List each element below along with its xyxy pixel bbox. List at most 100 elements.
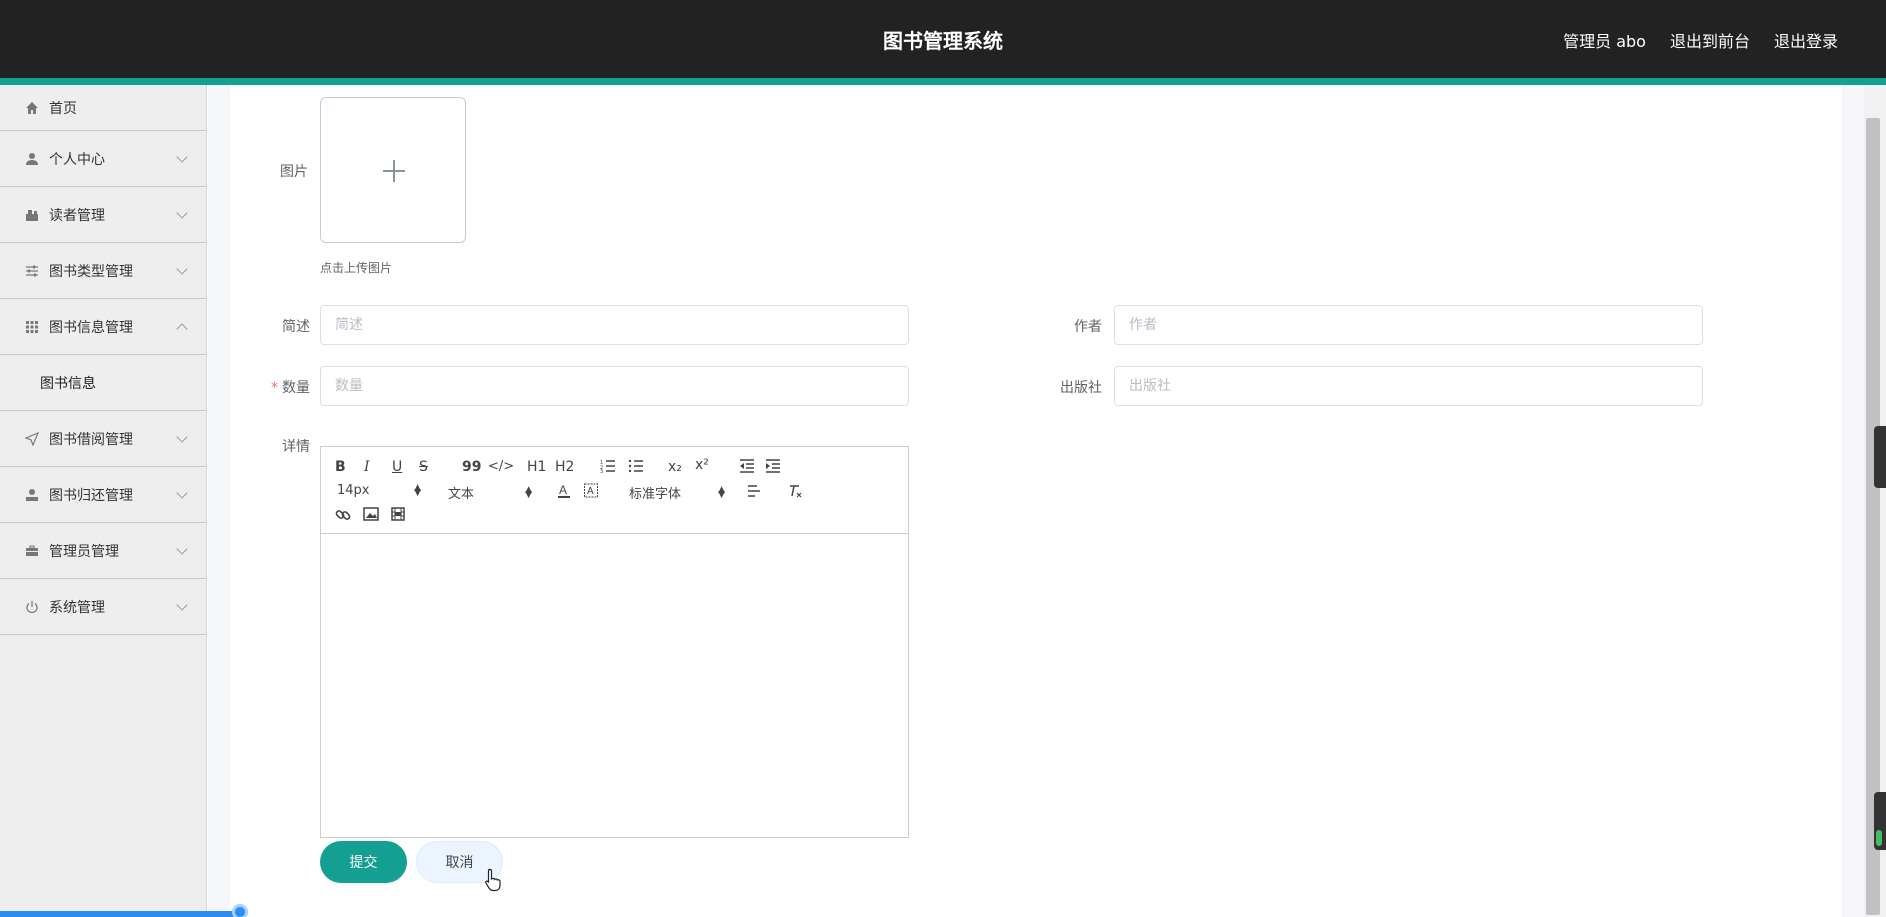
chevron-down-icon: [176, 542, 188, 555]
plus-icon-vertical: [393, 160, 395, 182]
image-upload-box[interactable]: [320, 97, 466, 243]
font-family-value: 标准字体: [629, 487, 682, 502]
font-size-select[interactable]: 14px ▲ ▼: [337, 483, 421, 498]
current-user: 管理员 abo: [1563, 32, 1646, 51]
sliders-icon: [24, 263, 40, 279]
underline-button[interactable]: U: [392, 459, 402, 475]
sidebar-item-reader-management[interactable]: 读者管理: [0, 187, 206, 243]
top-header: 图书管理系统 管理员 abo 退出到前台 退出登录: [0, 0, 1886, 78]
detail-label: 详情: [282, 439, 310, 455]
header-actions: 管理员 abo 退出到前台 退出登录: [1563, 28, 1838, 52]
sidebar-item-label: 图书归还管理: [49, 487, 133, 504]
quantity-input[interactable]: [320, 366, 909, 406]
editor-content-area[interactable]: [321, 535, 908, 837]
exit-to-frontend-link[interactable]: 退出到前台: [1670, 28, 1750, 52]
code-block-button[interactable]: </>: [488, 459, 514, 475]
reader-icon: [24, 207, 40, 223]
sidebar: 首页 个人中心 读者管理 图书类型管理 图书信息管理 图书信息 图书借阅管理 图…: [0, 85, 207, 917]
superscript-button[interactable]: x²: [695, 457, 709, 473]
chevron-down-icon: [176, 430, 188, 443]
select-arrows-icon: ▲ ▼: [414, 482, 421, 498]
sidebar-item-book-info-management[interactable]: 图书信息管理: [0, 299, 206, 355]
send-icon: [24, 431, 40, 447]
sidebar-subitem-book-info[interactable]: 图书信息: [0, 355, 206, 411]
summary-input[interactable]: [320, 305, 909, 345]
clear-format-icon[interactable]: [787, 483, 803, 499]
summary-label: 简述: [282, 319, 310, 335]
sidebar-item-label: 首页: [49, 100, 77, 117]
select-arrows-icon: ▲ ▼: [718, 484, 725, 500]
sidebar-item-home[interactable]: 首页: [0, 85, 206, 131]
status-indicator: [1876, 830, 1882, 846]
power-icon: [24, 599, 40, 615]
chevron-down-icon: [176, 262, 188, 275]
align-icon[interactable]: [747, 484, 761, 498]
sidebar-item-return-management[interactable]: 图书归还管理: [0, 467, 206, 523]
publisher-label: 出版社: [1060, 380, 1102, 396]
header-select[interactable]: 文本 ▲ ▼: [448, 483, 532, 502]
chevron-down-icon: [176, 150, 188, 163]
user-return-icon: [24, 487, 40, 503]
rich-text-editor: B I U S 99 </> H1 H2 123 x₂ x² 14px ▲ ▼ …: [320, 446, 909, 838]
blockquote-button[interactable]: 99: [462, 459, 481, 475]
submit-button[interactable]: 提交: [320, 841, 407, 883]
page: 图书管理系统 管理员 abo 退出到前台 退出登录 首页 个人中心 读者管理 图…: [0, 0, 1886, 917]
sidebar-item-label: 管理员管理: [49, 543, 119, 560]
h1-button[interactable]: H1: [527, 459, 546, 475]
author-input[interactable]: [1114, 305, 1703, 345]
chevron-down-icon: [176, 486, 188, 499]
font-color-icon[interactable]: A: [557, 483, 571, 499]
indent-icon[interactable]: [765, 459, 781, 473]
author-label: 作者: [1074, 319, 1102, 335]
background-color-icon[interactable]: A: [584, 483, 598, 499]
grid-icon: [24, 319, 40, 335]
svg-text:A: A: [587, 486, 594, 497]
sidebar-item-label: 图书借阅管理: [49, 431, 133, 448]
sidebar-item-personal-center[interactable]: 个人中心: [0, 131, 206, 187]
publisher-input[interactable]: [1114, 366, 1703, 406]
italic-button[interactable]: I: [364, 459, 370, 475]
select-arrows-icon: ▲ ▼: [525, 484, 532, 500]
sidebar-item-label: 系统管理: [49, 599, 105, 616]
briefcase-icon: [24, 543, 40, 559]
sidebar-item-system-management[interactable]: 系统管理: [0, 579, 206, 635]
sidebar-item-label: 个人中心: [49, 151, 105, 168]
user-icon: [24, 151, 40, 167]
video-icon[interactable]: [391, 507, 405, 521]
logout-link[interactable]: 退出登录: [1774, 28, 1838, 52]
image-label: 图片: [280, 164, 308, 180]
progress-bar: [0, 911, 243, 917]
h2-button[interactable]: H2: [555, 459, 574, 475]
font-size-value: 14px: [337, 483, 370, 498]
outdent-icon[interactable]: [739, 459, 755, 473]
quantity-label-text: 数量: [282, 380, 310, 396]
sidebar-item-book-type-management[interactable]: 图书类型管理: [0, 243, 206, 299]
sidebar-item-borrow-management[interactable]: 图书借阅管理: [0, 411, 206, 467]
font-family-select[interactable]: 标准字体 ▲ ▼: [629, 483, 725, 502]
chevron-down-icon: [176, 206, 188, 219]
chevron-up-icon: [176, 322, 188, 335]
side-drawer-handle[interactable]: [1874, 426, 1886, 488]
editor-toolbar: B I U S 99 </> H1 H2 123 x₂ x² 14px ▲ ▼ …: [321, 447, 908, 534]
sidebar-item-label: 图书类型管理: [49, 263, 133, 280]
progress-bar-knob: [232, 904, 248, 917]
quantity-label: * 数量: [262, 377, 310, 397]
upload-tip: 点击上传图片: [320, 261, 393, 275]
subscript-button[interactable]: x₂: [668, 459, 682, 475]
sidebar-item-label: 图书信息管理: [49, 319, 133, 336]
bullet-list-icon[interactable]: [628, 459, 644, 473]
header-select-value: 文本: [448, 487, 475, 502]
bold-button[interactable]: B: [335, 459, 346, 475]
strike-button[interactable]: S: [419, 459, 428, 475]
svg-text:3: 3: [600, 469, 603, 473]
required-asterisk: *: [271, 380, 278, 396]
sidebar-item-label: 读者管理: [49, 207, 105, 224]
header-accent-bar: [0, 78, 1886, 85]
link-icon[interactable]: [335, 507, 351, 523]
image-icon[interactable]: [363, 507, 379, 521]
chevron-down-icon: [176, 598, 188, 611]
hand-cursor-icon: [484, 868, 502, 898]
ordered-list-icon[interactable]: 123: [600, 459, 616, 473]
svg-text:A: A: [559, 483, 567, 497]
sidebar-item-admin-management[interactable]: 管理员管理: [0, 523, 206, 579]
